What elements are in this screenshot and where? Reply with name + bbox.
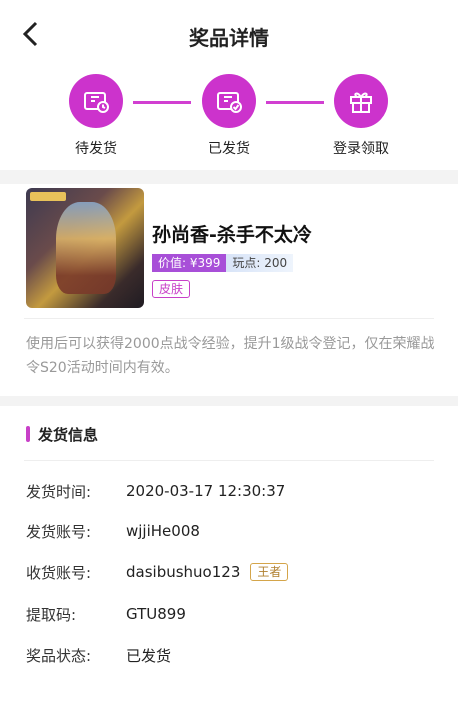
progress-steps: 待发货 已发货 登录领取 xyxy=(0,74,458,166)
divider xyxy=(24,318,434,319)
info-value: 2020-03-17 12:30:37 xyxy=(126,482,286,500)
info-key: 提取码: xyxy=(26,605,77,624)
price-tag: 价值: ¥399 xyxy=(152,254,227,272)
section-accent-bar xyxy=(26,426,30,442)
divider xyxy=(24,460,434,461)
voucher-check-icon xyxy=(202,74,256,128)
step-pending: 待发货 xyxy=(51,74,141,158)
info-row-ship-account: 发货账号: wjjiHe008 xyxy=(26,520,200,542)
step-label: 已发货 xyxy=(208,141,250,157)
info-key: 发货时间: xyxy=(26,482,92,501)
game-logo xyxy=(30,192,66,201)
step-label: 登录领取 xyxy=(333,141,389,157)
hero-figure xyxy=(56,202,116,294)
step-shipped: 已发货 xyxy=(184,74,274,158)
info-key: 收货账号: xyxy=(26,563,92,582)
section-separator xyxy=(0,170,458,184)
info-key: 奖品状态: xyxy=(26,646,92,665)
product-description: 使用后可以获得2000点战令经验，提升1级战令登记，仅在荣耀战令S20活动时间内… xyxy=(26,336,435,376)
voucher-clock-icon xyxy=(69,74,123,128)
info-row-prize-status: 奖品状态: 已发货 xyxy=(26,644,171,666)
info-value: wjjiHe008 xyxy=(126,522,200,540)
category-badge: 皮肤 xyxy=(152,280,191,298)
header: 奖品详情 xyxy=(0,0,458,70)
points-tag: 玩点: 200 xyxy=(226,254,294,272)
step-claim: 登录领取 xyxy=(316,74,406,158)
product-card: 孙尚香-杀手不太冷 价值: ¥399 玩点: 200 皮肤 使用后可以获得200… xyxy=(0,184,458,394)
step-label: 待发货 xyxy=(75,141,117,157)
info-value: GTU899 xyxy=(126,605,186,623)
product-name: 孙尚香-杀手不太冷 xyxy=(152,224,312,246)
page-title: 奖品详情 xyxy=(189,26,269,50)
info-value: 已发货 xyxy=(126,646,172,665)
info-row-pickup-code: 提取码: GTU899 xyxy=(26,603,186,625)
info-key: 发货账号: xyxy=(26,522,92,541)
gift-icon xyxy=(334,74,388,128)
rank-badge: 王者 xyxy=(250,563,289,581)
info-row-receive-account: 收货账号: dasibushuo123 王者 xyxy=(26,561,289,583)
section-title-text: 发货信息 xyxy=(38,425,99,444)
product-image xyxy=(26,188,144,308)
delivery-section-title: 发货信息 xyxy=(26,424,98,444)
info-row-ship-time: 发货时间: 2020-03-17 12:30:37 xyxy=(26,480,285,502)
step-connector xyxy=(133,101,191,104)
product-meta: 价值: ¥399 玩点: 200 xyxy=(152,254,294,272)
info-value: dasibushuo123 xyxy=(126,563,241,581)
section-separator xyxy=(0,396,458,406)
